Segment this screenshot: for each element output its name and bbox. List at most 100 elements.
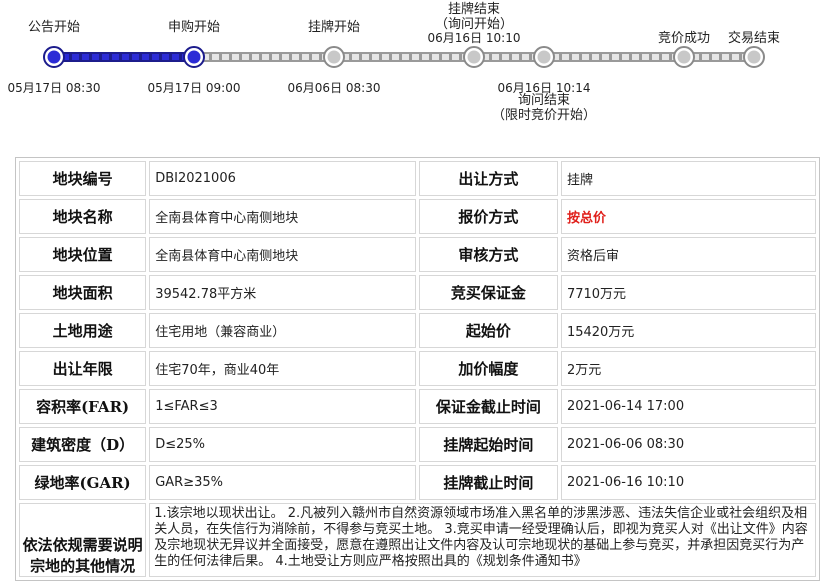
timeline-step-label: （限时竞价开始） [492, 107, 596, 123]
field-label: 土地用途 [19, 313, 147, 348]
timeline-node-dot [187, 50, 201, 64]
timeline-track-link [72, 54, 79, 60]
field-value: D≤25% [149, 427, 416, 462]
field-value: DBI2021006 [149, 161, 416, 196]
timeline-track-link [502, 54, 509, 60]
timeline-track-link [712, 54, 719, 60]
timeline-track-link [732, 54, 739, 60]
timeline-track-link [652, 54, 659, 60]
field-label: 挂牌起始时间 [418, 427, 558, 462]
table-row: 土地用途 住宅用地（兼容商业） 起始价 15420万元 [19, 313, 816, 348]
timeline-track-link [722, 54, 729, 60]
timeline-track-link [492, 54, 499, 60]
notes-label: 依法依规需要说明宗地的其他情况 [19, 503, 147, 577]
timeline-step-label: 挂牌开始 [308, 19, 360, 35]
timeline-track-link [602, 54, 609, 60]
timeline-step-label: 询问结束 [518, 93, 570, 108]
timeline-track-link [642, 54, 649, 60]
timeline-track-link [292, 54, 299, 60]
field-label: 出让方式 [418, 161, 558, 196]
table-row: 地块面积 39542.78平方米 竞买保证金 7710万元 [19, 275, 816, 310]
timeline-track-link [362, 54, 369, 60]
timeline-track-link [232, 54, 239, 60]
timeline-track-link [162, 54, 169, 60]
timeline-node-dot [677, 50, 691, 64]
field-value: 2021-06-06 08:30 [560, 427, 816, 462]
timeline-node-dot [327, 50, 341, 64]
field-value: 1≤FAR≤3 [149, 389, 416, 424]
timeline-track-link [312, 54, 319, 60]
field-value: 2021-06-14 17:00 [560, 389, 816, 424]
field-value: GAR≥35% [149, 465, 416, 500]
timeline-track-link [122, 54, 129, 60]
field-label: 挂牌截止时间 [418, 465, 558, 500]
timeline-step-label: 挂牌结束 [448, 1, 500, 17]
field-label: 审核方式 [418, 237, 558, 272]
field-label: 加价幅度 [418, 351, 558, 386]
timeline-track-link [112, 54, 119, 60]
timeline-track-link [92, 54, 99, 60]
table-row: 容积率(FAR) 1≤FAR≤3 保证金截止时间 2021-06-14 17:00 [19, 389, 816, 424]
field-value: 全南县体育中心南侧地块 [149, 199, 416, 234]
timeline-track-link [282, 54, 289, 60]
timeline-step-date: 06月06日 08:30 [288, 81, 381, 95]
table-row: 绿地率(GAR) GAR≥35% 挂牌截止时间 2021-06-16 10:10 [19, 465, 816, 500]
timeline-step-label: 申购开始 [168, 19, 220, 35]
timeline-track-link [132, 54, 139, 60]
timeline-track-link [432, 54, 439, 60]
field-label: 容积率(FAR) [19, 389, 147, 424]
timeline-track-link [662, 54, 669, 60]
field-value: 住宅70年，商业40年 [149, 351, 416, 386]
timeline-step-label: 竞价成功 [658, 30, 710, 46]
timeline-track-link [612, 54, 619, 60]
timeline-track-link [392, 54, 399, 60]
timeline-step-date: 06月16日 10:10 [428, 31, 521, 45]
timeline-node-dot [747, 50, 761, 64]
timeline-track-link [242, 54, 249, 60]
timeline-track-link [102, 54, 109, 60]
field-value: 住宅用地（兼容商业） [149, 313, 416, 348]
timeline-step-date: 05月17日 08:30 [8, 81, 101, 95]
progress-timeline: 公告开始 05月17日 08:30 申购开始 05月17日 09:00 挂牌开始 06月0… [8, 1, 780, 123]
timeline-track-link [452, 54, 459, 60]
field-label: 报价方式 [418, 199, 558, 234]
notes-text: 1.该宗地以现状出让。 2.凡被列入赣州市自然资源领域市场准入黑名单的涉黑涉恶、… [149, 503, 816, 577]
timeline-track-link [572, 54, 579, 60]
timeline-track-link [372, 54, 379, 60]
field-value: 2021-06-16 10:10 [560, 465, 816, 500]
field-label: 建筑密度（D） [19, 427, 147, 462]
timeline-track-link [172, 54, 179, 60]
field-value: 按总价 [560, 199, 816, 234]
timeline-track-link [422, 54, 429, 60]
timeline-track-link [522, 54, 529, 60]
timeline-track-link [252, 54, 259, 60]
field-value: 全南县体育中心南侧地块 [149, 237, 416, 272]
timeline-step-label: 公告开始 [28, 20, 80, 35]
timeline-track-link [632, 54, 639, 60]
timeline-track-link [582, 54, 589, 60]
timeline-track-link [382, 54, 389, 60]
field-label: 地块名称 [19, 199, 147, 234]
timeline-track-link [212, 54, 219, 60]
table-row: 建筑密度（D） D≤25% 挂牌起始时间 2021-06-06 08:30 [19, 427, 816, 462]
timeline-track-link [262, 54, 269, 60]
table-row: 地块编号 DBI2021006 出让方式 挂牌 [19, 161, 816, 196]
field-value: 39542.78平方米 [149, 275, 416, 310]
table-row: 地块位置 全南县体育中心南侧地块 审核方式 资格后审 [19, 237, 816, 272]
timeline-track-link [562, 54, 569, 60]
field-value: 资格后审 [560, 237, 816, 272]
timeline-track-link [702, 54, 709, 60]
timeline-track-link [622, 54, 629, 60]
field-value: 7710万元 [560, 275, 816, 310]
timeline-node-dot [467, 50, 481, 64]
field-label: 地块面积 [19, 275, 147, 310]
table-row: 地块名称 全南县体育中心南侧地块 报价方式 按总价 [19, 199, 816, 234]
timeline-step-date: 05月17日 09:00 [148, 81, 241, 95]
field-value: 挂牌 [560, 161, 816, 196]
timeline-track-link [412, 54, 419, 60]
timeline-track-link [402, 54, 409, 60]
field-label: 地块位置 [19, 237, 147, 272]
timeline-track-link [272, 54, 279, 60]
field-label: 地块编号 [19, 161, 147, 196]
timeline-track-link [152, 54, 159, 60]
